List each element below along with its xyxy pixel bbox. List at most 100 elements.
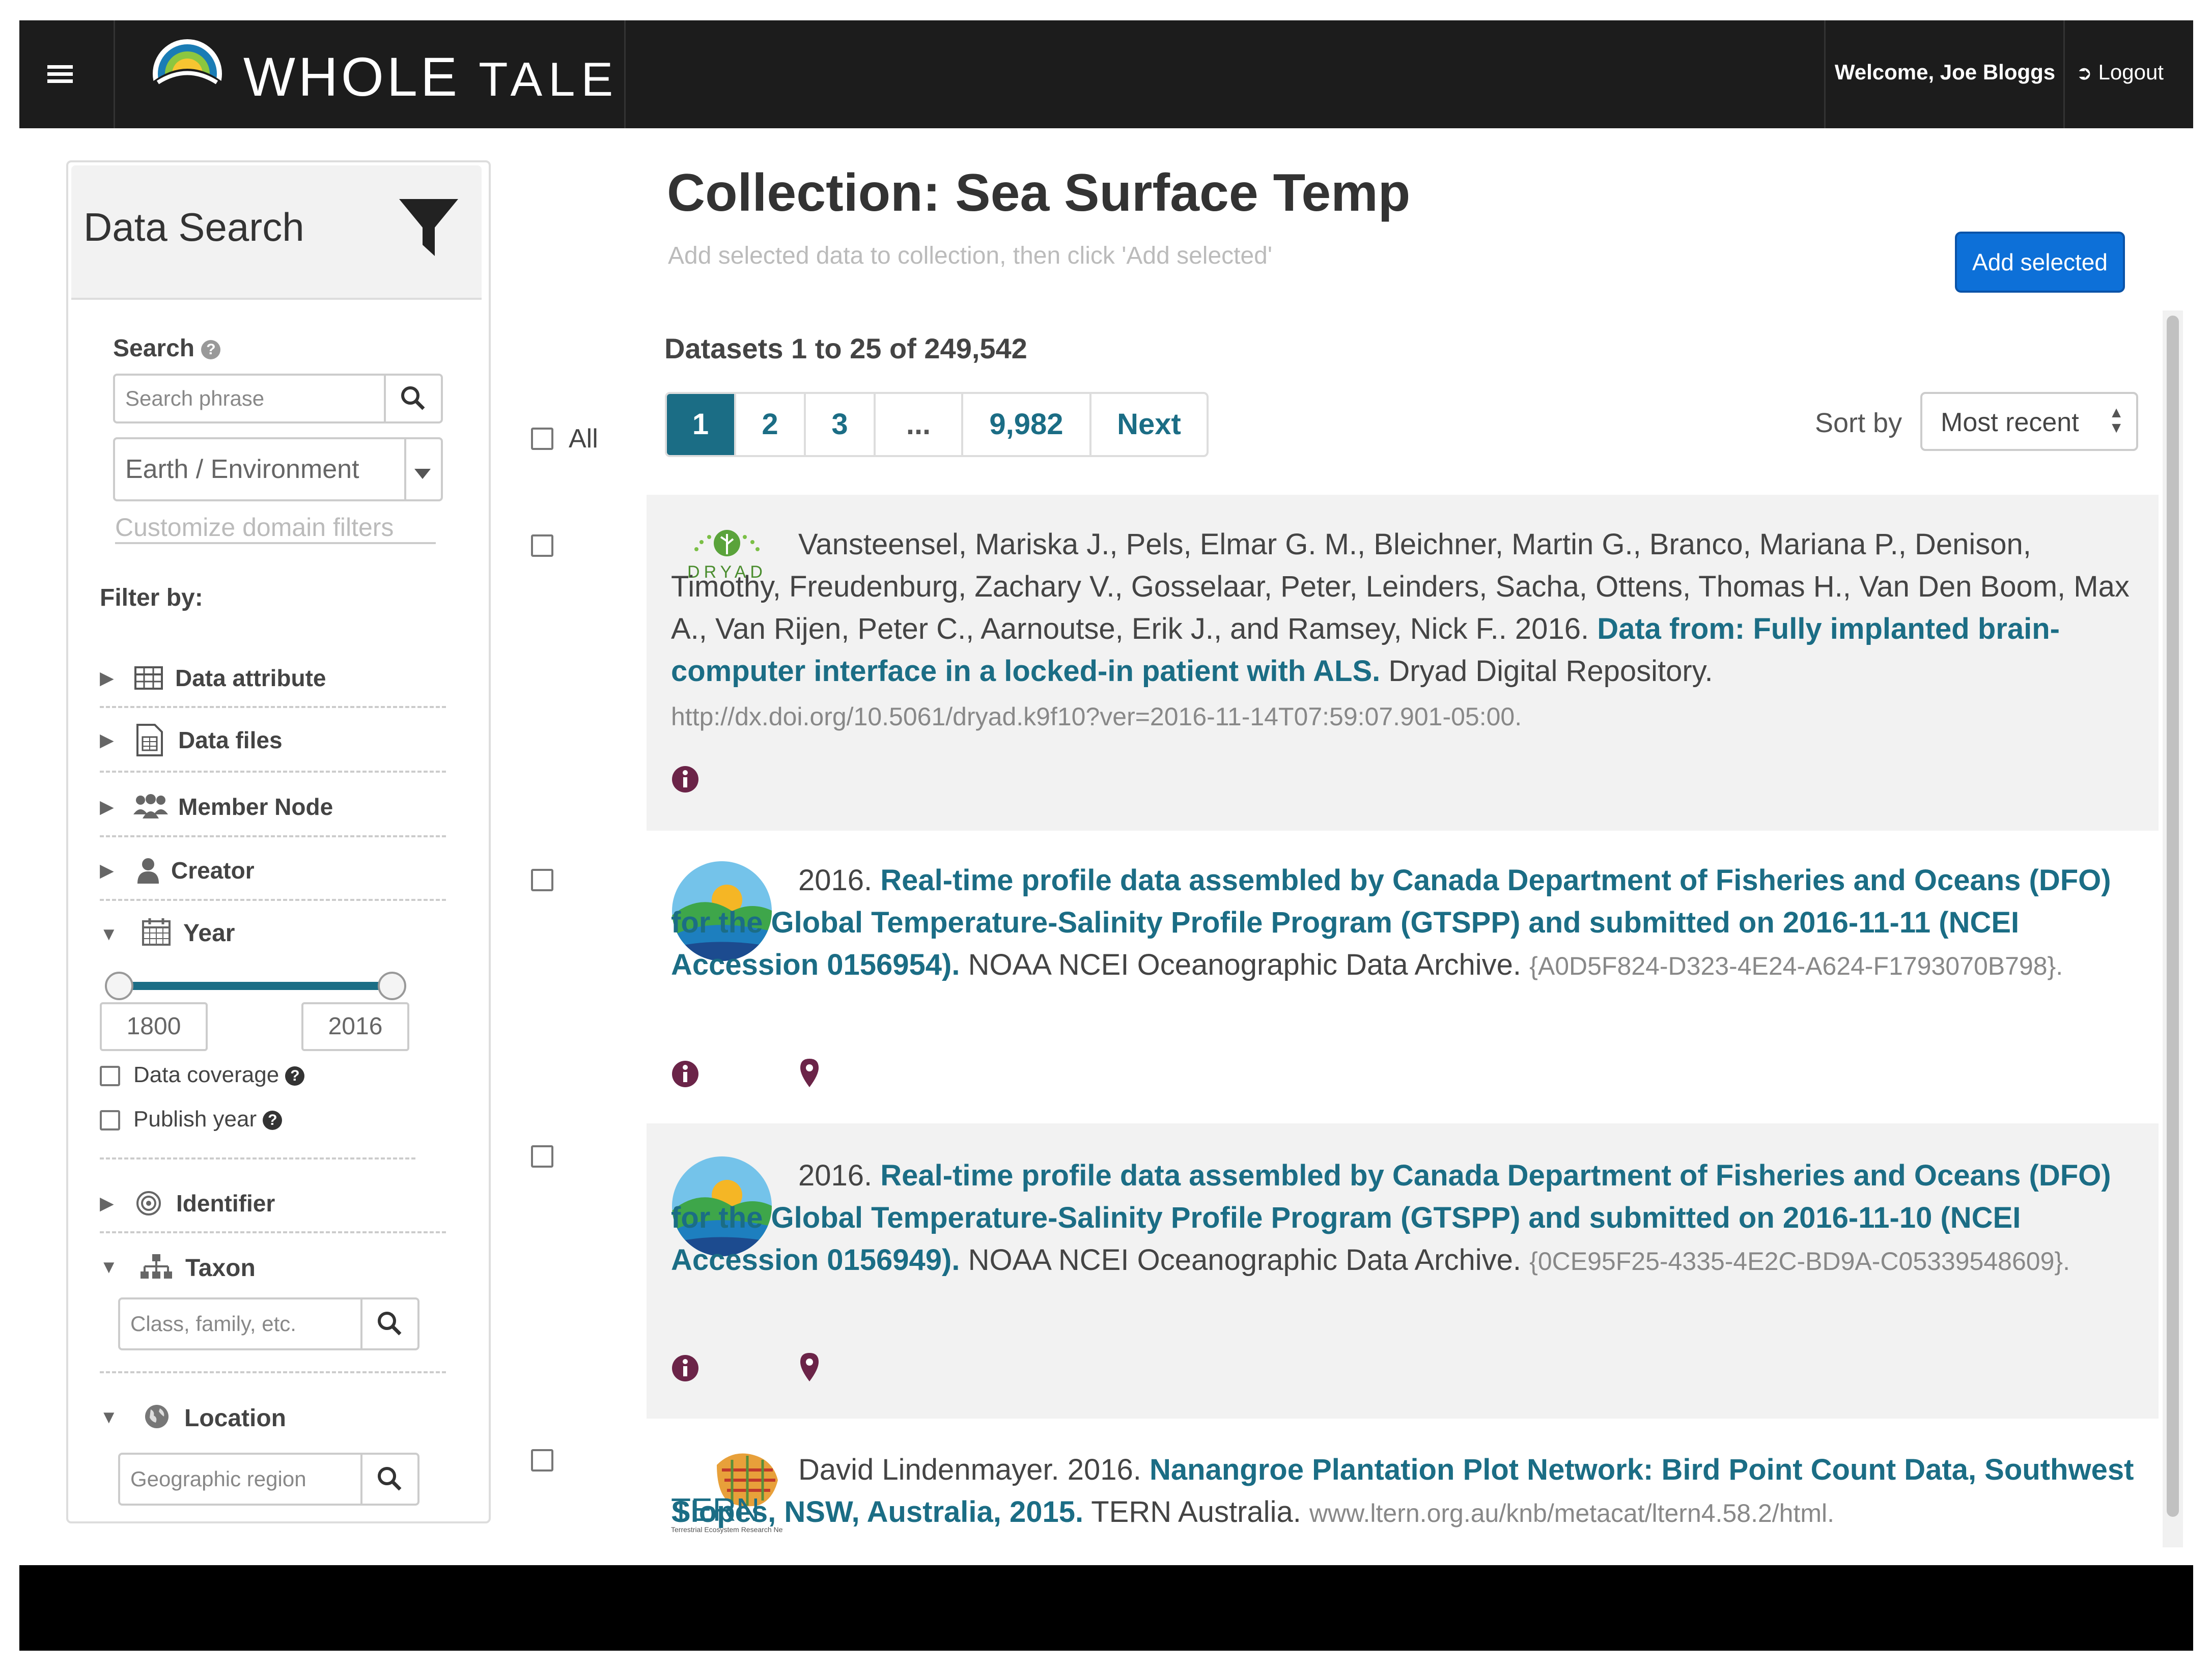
logo-text: WHOLE TALE bbox=[243, 45, 619, 108]
menu-toggle-button[interactable] bbox=[19, 20, 115, 128]
location-input[interactable]: Geographic region bbox=[118, 1453, 419, 1506]
result-citation: Vansteensel, Mariska J., Pels, Elmar G. … bbox=[671, 523, 2147, 692]
result-year: 2016. bbox=[798, 864, 873, 897]
publish-year-text: Publish year bbox=[133, 1107, 257, 1131]
info-icon[interactable] bbox=[671, 765, 699, 794]
filter-label: Data files bbox=[178, 727, 283, 753]
data-search-sidebar: Data Search Search ? Search phrase Earth… bbox=[66, 160, 491, 1523]
result-doi-text[interactable]: {0CE95F25-4335-4E2C-BD9A-C05339548609}. bbox=[1529, 1247, 2070, 1276]
nav-divider bbox=[2063, 20, 2065, 128]
year-min-input[interactable]: 1800 bbox=[100, 1002, 208, 1051]
globe-icon bbox=[145, 1405, 169, 1428]
result-repository: TERN Australia. bbox=[1091, 1495, 1301, 1529]
result-doi-text[interactable]: {A0D5F824-D323-4E24-A624-F1793070B798}. bbox=[1529, 952, 2063, 980]
slider-min-handle[interactable] bbox=[105, 972, 133, 1000]
filter-label: Identifier bbox=[176, 1190, 275, 1217]
domain-select[interactable]: Earth / Environment bbox=[113, 437, 443, 501]
slider-fill bbox=[119, 982, 392, 990]
question-circle-icon[interactable]: ? bbox=[201, 340, 221, 360]
page-last-link[interactable]: 9,982 bbox=[963, 394, 1091, 455]
file-icon bbox=[136, 724, 163, 756]
location-search-button[interactable] bbox=[360, 1455, 417, 1504]
users-icon bbox=[133, 794, 168, 818]
result-doi: http://dx.doi.org/10.5061/dryad.k9f10?ve… bbox=[671, 694, 1522, 738]
sidebar-title: Data Search bbox=[83, 205, 304, 249]
search-button[interactable] bbox=[384, 376, 441, 421]
filter-taxon[interactable]: ▼ Taxon bbox=[100, 1239, 446, 1295]
bottom-bar bbox=[19, 1565, 2193, 1651]
filter-label: Creator bbox=[171, 857, 255, 884]
next-page-link[interactable]: Next bbox=[1091, 394, 1207, 455]
result-repository: Dryad Digital Repository. bbox=[1388, 655, 1713, 688]
filter-data-attribute[interactable]: ▶ Data attribute bbox=[100, 650, 446, 708]
add-selected-button[interactable]: Add selected bbox=[1955, 232, 2125, 293]
caret-right-icon: ▶ bbox=[100, 667, 114, 688]
taxon-search-button[interactable] bbox=[360, 1299, 417, 1348]
top-navbar: WHOLE TALE Welcome, Joe Bloggs ➲ Logout bbox=[19, 20, 2193, 128]
year-range-slider[interactable] bbox=[105, 972, 406, 1000]
page-2-link[interactable]: 2 bbox=[736, 394, 806, 455]
result-checkbox[interactable] bbox=[531, 1145, 553, 1168]
search-input[interactable]: Search phrase bbox=[113, 374, 443, 423]
table-icon bbox=[134, 666, 163, 690]
info-icon[interactable] bbox=[671, 1060, 699, 1088]
slider-max-handle[interactable] bbox=[378, 972, 406, 1000]
data-coverage-label: Data coverage ? bbox=[133, 1062, 305, 1088]
filter-data-files[interactable]: ▶ Data files bbox=[100, 710, 446, 773]
filter-by-label: Filter by: bbox=[100, 584, 203, 611]
result-doi-text[interactable]: http://dx.doi.org/10.5061/dryad.k9f10?ve… bbox=[671, 702, 1522, 731]
customize-domain-link[interactable]: Customize domain filters bbox=[115, 513, 436, 544]
result-citation: David Lindenmayer. 2016. Nanangroe Plant… bbox=[671, 1449, 2147, 1535]
search-icon bbox=[401, 386, 425, 410]
select-all-label: All bbox=[569, 424, 598, 454]
filter-location[interactable]: ▼ Location bbox=[100, 1389, 446, 1445]
funnel-icon[interactable] bbox=[397, 196, 460, 259]
welcome-link[interactable]: Welcome, Joe Bloggs bbox=[1829, 60, 2061, 84]
divider bbox=[100, 1371, 446, 1373]
question-circle-icon[interactable]: ? bbox=[263, 1111, 283, 1130]
map-marker-icon[interactable] bbox=[799, 1352, 820, 1382]
data-coverage-checkbox[interactable] bbox=[100, 1066, 120, 1086]
info-icon[interactable] bbox=[671, 1354, 699, 1382]
select-all-checkbox[interactable] bbox=[531, 428, 553, 450]
search-icon bbox=[378, 1312, 402, 1336]
page-3-link[interactable]: 3 bbox=[806, 394, 876, 455]
filter-creator[interactable]: ▶ Creator bbox=[100, 842, 446, 901]
scrollbar-thumb[interactable] bbox=[2167, 316, 2179, 1517]
filter-member-node[interactable]: ▶ Member Node bbox=[100, 778, 446, 837]
map-marker-icon[interactable] bbox=[799, 1058, 820, 1088]
caret-right-icon: ▶ bbox=[100, 1193, 114, 1213]
page-title: Collection: Sea Surface Temp bbox=[667, 163, 1411, 222]
taxon-input[interactable]: Class, family, etc. bbox=[118, 1297, 419, 1350]
data-coverage-text: Data coverage bbox=[133, 1062, 279, 1087]
logout-link[interactable]: ➲ Logout bbox=[2076, 60, 2164, 84]
filter-label: Location bbox=[184, 1405, 286, 1432]
sort-select[interactable]: Most recent ▲ ▼ bbox=[1920, 392, 2138, 451]
bullseye-icon bbox=[136, 1191, 161, 1215]
search-label-text: Search bbox=[113, 335, 195, 362]
calendar-icon bbox=[142, 918, 171, 946]
sort-select-value: Most recent bbox=[1941, 408, 2079, 437]
result-checkbox[interactable] bbox=[531, 869, 553, 891]
caret-right-icon: ▶ bbox=[100, 796, 114, 817]
filter-identifier[interactable]: ▶ Identifier bbox=[100, 1175, 446, 1233]
filter-year[interactable]: ▼ Year bbox=[100, 908, 446, 959]
filter-label: Data attribute bbox=[175, 665, 326, 691]
results-scrollbar[interactable] bbox=[2163, 310, 2183, 1547]
caret-down-icon: ▼ bbox=[100, 923, 118, 944]
taxon-placeholder: Class, family, etc. bbox=[130, 1312, 296, 1336]
filter-label: Year bbox=[183, 920, 235, 947]
location-placeholder: Geographic region bbox=[130, 1467, 306, 1491]
year-max-input[interactable]: 2016 bbox=[301, 1002, 409, 1051]
divider bbox=[100, 1157, 415, 1159]
question-circle-icon[interactable]: ? bbox=[285, 1066, 305, 1086]
search-label: Search ? bbox=[113, 334, 221, 362]
publish-year-checkbox[interactable] bbox=[100, 1110, 120, 1130]
result-authors: David Lindenmayer. 2016. bbox=[798, 1453, 1141, 1486]
result-checkbox[interactable] bbox=[531, 534, 553, 557]
caret-right-icon: ▶ bbox=[100, 729, 114, 750]
result-doi-text[interactable]: www.ltern.org.au/knb/metacat/ltern4.58.2… bbox=[1309, 1499, 1834, 1527]
page-1-link[interactable]: 1 bbox=[667, 394, 736, 455]
result-citation: 2016. Real-time profile data assembled b… bbox=[671, 1154, 2147, 1283]
result-checkbox[interactable] bbox=[531, 1449, 553, 1472]
